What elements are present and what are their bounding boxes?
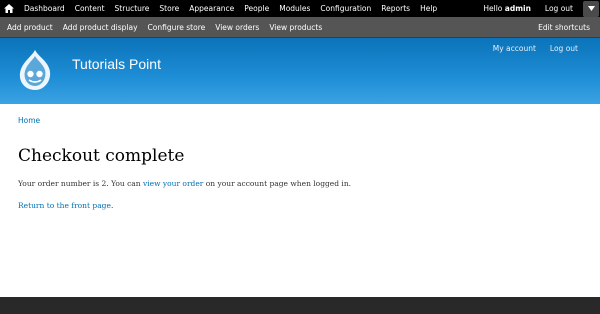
toolbar-item-content[interactable]: Content [70, 0, 110, 17]
toolbar-item-structure[interactable]: Structure [110, 0, 155, 17]
toolbar-item-configuration[interactable]: Configuration [315, 0, 376, 17]
site-header: Tutorials Point My account Log out [0, 38, 600, 104]
site-name[interactable]: Tutorials Point [72, 56, 161, 72]
toolbar-item-dashboard[interactable]: Dashboard [18, 0, 70, 17]
admin-toolbar: Dashboard Content Structure Store Appear… [0, 0, 600, 17]
my-account-link[interactable]: My account [493, 44, 536, 53]
secondary-menu: My account Log out [479, 44, 578, 53]
message-text-before: Your order number is 2. You can [18, 179, 141, 188]
site-footer [0, 297, 600, 314]
header-logout-link[interactable]: Log out [550, 44, 578, 53]
toolbar-item-help[interactable]: Help [415, 0, 442, 17]
view-order-link[interactable]: view your order [143, 179, 203, 188]
greeting-prefix: Hello [483, 4, 503, 13]
toolbar-item-appearance[interactable]: Appearance [184, 0, 239, 17]
toolbar-item-reports[interactable]: Reports [376, 0, 415, 17]
drupal-logo-icon[interactable] [16, 48, 54, 94]
shortcuts-bar: Add product Add product display Configur… [0, 17, 600, 38]
front-page-paragraph: Return to the front page. [18, 201, 113, 210]
return-front-page-link[interactable]: Return to the front page [18, 201, 111, 210]
toolbar-menu: Dashboard Content Structure Store Appear… [18, 0, 442, 17]
checkout-message: Your order number is 2. You can view you… [18, 179, 351, 188]
shortcut-add-product-display[interactable]: Add product display [58, 23, 143, 32]
toolbar-logout-link[interactable]: Log out [545, 4, 573, 13]
toolbar-user-area: Hello admin Log out [483, 0, 600, 17]
edit-shortcuts-link[interactable]: Edit shortcuts [538, 17, 590, 38]
user-greeting: Hello admin [483, 4, 531, 13]
shortcut-view-orders[interactable]: View orders [210, 23, 264, 32]
front-link-period: . [110, 201, 114, 210]
toolbar-item-store[interactable]: Store [154, 0, 184, 17]
shortcut-add-product[interactable]: Add product [0, 23, 58, 32]
shortcut-configure-store[interactable]: Configure store [143, 23, 211, 32]
message-text-after: on your account page when logged in. [205, 179, 352, 188]
username-link[interactable]: admin [505, 4, 531, 13]
breadcrumb: Home [18, 116, 40, 125]
toolbar-item-people[interactable]: People [239, 0, 274, 17]
breadcrumb-home-link[interactable]: Home [18, 116, 40, 125]
toolbar-item-modules[interactable]: Modules [274, 0, 315, 17]
home-icon[interactable] [0, 0, 18, 17]
shortcuts-toggle-button[interactable] [583, 0, 599, 17]
shortcut-items: Add product Add product display Configur… [0, 23, 327, 32]
shortcut-view-products[interactable]: View products [264, 23, 327, 32]
page-title: Checkout complete [18, 146, 185, 166]
chevron-down-icon [587, 6, 595, 11]
